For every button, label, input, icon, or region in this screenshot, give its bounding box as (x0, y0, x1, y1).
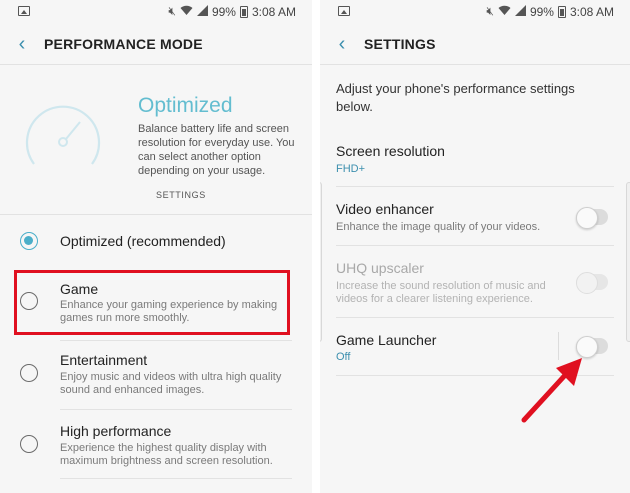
annotation-arrow-icon (521, 358, 582, 423)
divider (60, 340, 292, 341)
settings-link[interactable]: SETTINGS (156, 190, 206, 200)
app-bar: ‹ SETTINGS (320, 26, 630, 62)
setting-title: Screen resolution (336, 143, 445, 159)
radio-selected[interactable] (20, 232, 38, 250)
divider (336, 317, 614, 318)
option-entertainment[interactable]: Entertainment Enjoy music and videos wit… (0, 342, 312, 404)
clock: 3:08 AM (251, 4, 296, 19)
option-subtitle: Enjoy music and videos with ultra high q… (60, 371, 282, 396)
divider (60, 409, 292, 410)
battery-percent: 99% (529, 4, 554, 19)
speedometer-icon (25, 105, 101, 165)
divider (336, 245, 614, 246)
image-icon (18, 6, 30, 16)
option-title: Optimized (recommended) (60, 233, 226, 249)
mute-icon: 🔇︎ (168, 4, 176, 18)
back-arrow-icon[interactable]: ‹ (320, 26, 364, 62)
video-enhancer-toggle[interactable] (576, 207, 608, 229)
option-high-performance[interactable]: High performance Experience the highest … (0, 412, 312, 474)
highlight-box (14, 270, 290, 335)
setting-title: UHQ upscaler (336, 260, 424, 276)
page-title: SETTINGS (364, 36, 436, 52)
battery-icon (557, 5, 566, 18)
wifi-icon (180, 5, 193, 19)
battery-percent: 99% (211, 4, 236, 19)
uhq-upscaler-toggle (576, 272, 608, 294)
wifi-icon (498, 5, 511, 19)
performance-mode-screen: 🔇︎ 99% 3:08 AM ‹ PERFORMANCE MODE Optimi… (0, 0, 312, 493)
status-bar: 🔇︎ 99% 3:08 AM (0, 0, 312, 24)
divider (0, 214, 312, 215)
option-title: Entertainment (60, 352, 148, 368)
setting-subtitle: Enhance the image quality of your videos… (336, 221, 541, 233)
edge-panel-handle[interactable] (320, 182, 322, 342)
setting-title: Video enhancer (336, 201, 434, 217)
setting-title: Game Launcher (336, 332, 437, 348)
app-bar: ‹ PERFORMANCE MODE (0, 26, 312, 62)
edge-panel-handle[interactable] (626, 182, 630, 342)
radio-unselected[interactable] (20, 364, 38, 382)
settings-intro: Adjust your phone's performance settings… (336, 81, 575, 114)
screen-gap (312, 0, 320, 493)
game-launcher-toggle[interactable] (576, 336, 608, 358)
option-title: High performance (60, 423, 172, 439)
signal-icon (514, 4, 526, 19)
divider (60, 478, 292, 479)
image-icon (338, 6, 350, 16)
battery-icon (239, 5, 248, 18)
option-subtitle: Experience the highest quality display w… (60, 442, 273, 467)
back-arrow-icon[interactable]: ‹ (0, 26, 44, 62)
mode-description: Balance battery life and screen resoluti… (138, 123, 295, 177)
settings-screen: 🔇︎ 99% 3:08 AM ‹ SETTINGS Adjust your ph… (320, 0, 630, 493)
mute-icon: 🔇︎ (486, 4, 494, 18)
mode-title: Optimized (138, 94, 233, 117)
option-optimized[interactable]: Optimized (recommended) (0, 216, 312, 268)
status-bar: 🔇︎ 99% 3:08 AM (320, 0, 630, 24)
clock: 3:08 AM (569, 4, 614, 19)
divider (336, 186, 614, 187)
setting-value: FHD+ (336, 163, 366, 175)
signal-icon (196, 4, 208, 19)
divider (320, 64, 630, 65)
page-title: PERFORMANCE MODE (44, 36, 203, 52)
divider (0, 64, 312, 65)
radio-unselected[interactable] (20, 435, 38, 453)
setting-subtitle: Increase the sound resolution of music a… (336, 280, 546, 305)
